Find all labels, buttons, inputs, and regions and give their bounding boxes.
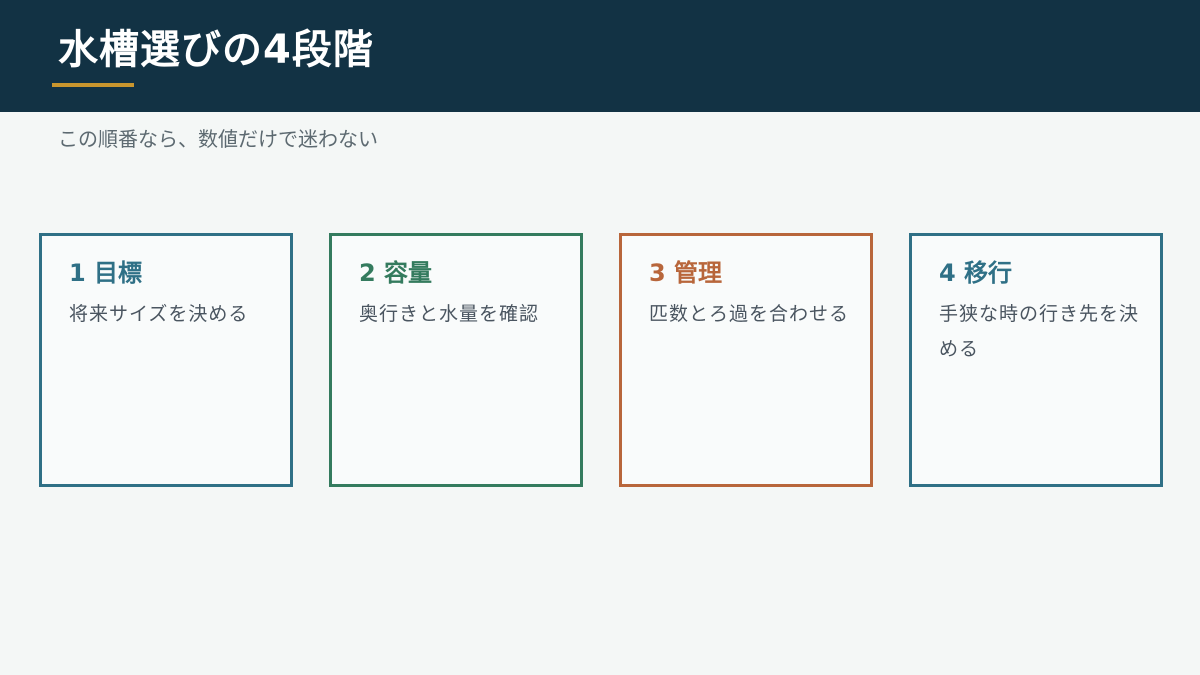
step-card-4: 4 移行 手狭な時の行き先を決める	[909, 233, 1163, 487]
step-card-3: 3 管理 匹数とろ過を合わせる	[619, 233, 873, 487]
step-card-description: 手狭な時の行き先を決める	[939, 303, 1140, 360]
step-card-description: 将来サイズを決める	[69, 303, 249, 325]
step-card-title: 2 容量	[359, 259, 433, 287]
step-card-description: 匹数とろ過を合わせる	[649, 303, 850, 325]
step-card-title: 1 目標	[69, 259, 143, 287]
step-card-description: 奥行きと水量を確認	[359, 303, 540, 325]
slide-title: 水槽選びの4段階	[58, 27, 374, 73]
step-card-title: 3 管理	[649, 259, 723, 287]
slide-subtitle: この順番なら、数値だけで迷わない	[58, 127, 378, 151]
title-accent-underline	[52, 83, 134, 87]
step-card-title: 4 移行	[939, 259, 1013, 287]
step-card-2: 2 容量 奥行きと水量を確認	[329, 233, 583, 487]
title-bar: 水槽選びの4段階	[0, 0, 1200, 112]
step-card-1: 1 目標 将来サイズを決める	[39, 233, 293, 487]
